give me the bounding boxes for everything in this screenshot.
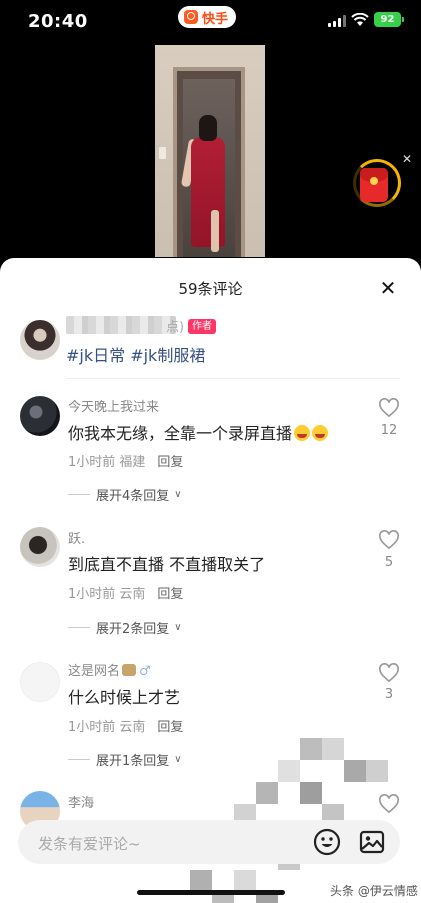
close-icon[interactable]: ✕ [378,278,398,298]
commenter-name[interactable]: 这是网名 ♂ [68,660,151,679]
laugh-cry-emoji-icon [312,425,329,441]
commenter-avatar[interactable] [20,527,60,567]
wall-switch [159,147,166,159]
battery-indicator: 92 [374,12,404,27]
commenter-avatar[interactable] [20,662,60,702]
author-badge: 作者 [188,319,216,334]
author-name-blurred [66,316,176,334]
expand-replies-button[interactable]: 展开4条回复 ∨ [68,485,182,504]
divider [66,378,400,379]
status-time: 20:40 [28,11,88,32]
comment-text-body: 你我本无缘，全靠一个录屏直播 [68,424,293,443]
like-count: 5 [384,555,394,570]
comment-time-location: 1小时前 云南 [68,587,146,602]
status-bar: 20:40 快手 92 [0,0,421,44]
video-figure-dress [191,137,225,247]
watermark: 头条 @伊云情感 [330,884,418,898]
expand-replies-button[interactable]: 展开2条回复 ∨ [68,618,182,637]
chevron-down-icon: ∨ [174,754,182,765]
comment-meta: 1小时前 云南 回复 [68,583,183,602]
comments-sheet: 59条评论 ✕ 点) 作者 #jk日常 #jk制服裙 今天晚上我过来 你我本无缘… [0,258,421,903]
comment-text: 你我本无缘，全靠一个录屏直播 [68,420,329,444]
reply-button[interactable]: 回复 [157,587,183,602]
comment-text: 到底直不直播 不直播取关了 [68,555,266,574]
heart-icon[interactable] [378,663,400,683]
red-packet-close-icon[interactable]: ✕ [402,152,412,166]
expand-replies-button[interactable]: 展开1条回复 ∨ [68,750,182,769]
chevron-down-icon: ∨ [174,622,182,633]
comment-meta: 1小时前 福建 回复 [68,451,183,470]
expand-replies-label: 展开2条回复 [96,622,170,637]
heart-icon[interactable] [378,530,400,550]
comment-text: 什么时候上才艺 [68,688,181,707]
video-preview[interactable] [155,45,265,257]
comment-input-bar[interactable]: 发条有爱评论~ [18,820,400,864]
male-gender-icon: ♂ [139,664,151,679]
app-name: 快手 [202,11,229,27]
expand-replies-label: 展开4条回复 [96,489,170,504]
video-figure-head [199,115,217,141]
comment-meta: 1小时前 云南 回复 [68,716,183,735]
expand-replies-label: 展开1条回复 [96,754,170,769]
emoji-icon[interactable] [313,828,341,856]
red-packet-icon[interactable] [360,168,388,202]
app-switch-pill[interactable]: 快手 [178,6,237,28]
kuaishou-logo-icon [184,10,198,24]
video-figure-leg [211,210,219,252]
comment-input[interactable]: 发条有爱评论~ [38,833,141,854]
commenter-name-text: 这是网名 [68,664,121,679]
comments-header: 59条评论 ✕ [0,278,421,302]
author-avatar[interactable] [20,320,60,360]
cartoon-badge-icon [122,664,137,676]
image-icon[interactable] [358,828,386,856]
comment-time-location: 1小时前 福建 [68,455,146,470]
comments-title: 59条评论 [178,280,243,298]
cellular-signal-icon [328,15,346,27]
home-indicator [137,890,285,895]
commenter-name[interactable]: 跃. [68,528,85,547]
reply-button[interactable]: 回复 [157,455,183,470]
like-count: 12 [380,423,398,438]
author-hashtags[interactable]: #jk日常 #jk制服裙 [66,342,205,366]
chevron-down-icon: ∨ [174,489,182,500]
comment-time-location: 1小时前 云南 [68,720,146,735]
heart-icon[interactable] [378,398,400,418]
laugh-cry-emoji-icon [294,425,311,441]
commenter-name[interactable]: 今天晚上我过来 [68,396,159,415]
author-name-suffix: 点) [166,320,185,335]
commenter-avatar[interactable] [20,396,60,436]
reply-button[interactable]: 回复 [157,720,183,735]
wifi-icon [351,13,369,26]
commenter-name[interactable]: 李海 [68,792,94,811]
like-count: 3 [384,687,394,702]
